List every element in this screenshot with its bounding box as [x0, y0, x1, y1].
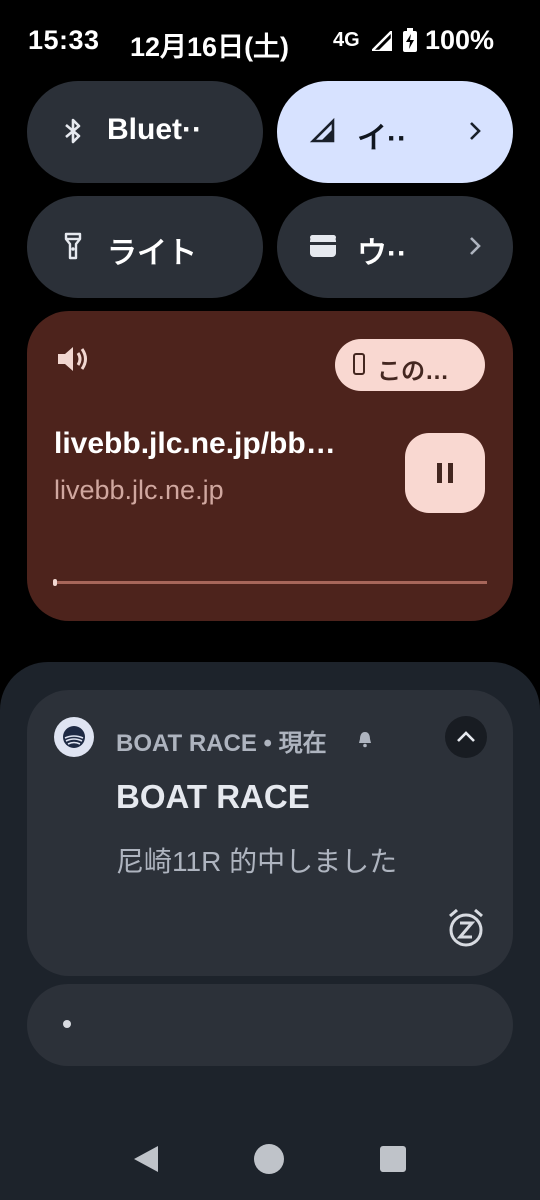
status-time: 15:33 [28, 25, 100, 55]
navigation-bar [0, 1118, 540, 1200]
output-device-button[interactable]: この… [335, 339, 485, 391]
cell-signal-icon [372, 31, 392, 51]
tile-bluetooth[interactable]: Bluet·· [27, 81, 263, 183]
media-title: livebb.jlc.ne.jp/bb… [54, 427, 336, 460]
collapse-button[interactable] [445, 716, 487, 758]
battery-percent: 100% [425, 25, 495, 55]
media-subtitle: livebb.jlc.ne.jp [54, 475, 224, 505]
snooze-icon[interactable] [447, 908, 485, 948]
bluetooth-icon [65, 118, 81, 144]
chevron-right-icon [470, 237, 481, 255]
tile-internet[interactable]: イ·· [277, 81, 513, 183]
recents-icon[interactable] [380, 1146, 406, 1172]
chevron-right-icon [470, 122, 481, 140]
notification-overflow-pill[interactable] [27, 984, 513, 1066]
tile-flashlight-label: ライト [107, 237, 197, 270]
wallet-icon [310, 235, 336, 257]
phone-icon [353, 353, 365, 375]
notification-card[interactable]: BOAT RACE • 現在 BOAT RACE 尼崎11R 的中しました [27, 690, 513, 976]
app-icon [54, 717, 94, 757]
notification-title: BOAT RACE [116, 778, 310, 815]
flashlight-icon [64, 232, 82, 260]
battery-charging-icon [403, 28, 417, 52]
tile-bluetooth-label: Bluet·· [107, 113, 202, 146]
chevron-up-icon [457, 731, 475, 742]
tile-wallet[interactable]: ウ·· [277, 196, 513, 298]
media-progress-track[interactable] [53, 581, 487, 584]
bell-alert-icon [359, 732, 371, 748]
volume-icon [58, 347, 87, 371]
status-bar: 15:33 12月16日(土) 4G 100% [0, 0, 540, 80]
back-icon[interactable] [132, 1144, 160, 1174]
status-date: 12月16日(土) [130, 32, 290, 62]
pause-button[interactable] [405, 433, 485, 513]
overflow-dot [63, 1020, 71, 1028]
output-device-label: この… [377, 358, 449, 385]
media-progress-thumb[interactable] [53, 579, 57, 586]
network-type: 4G [333, 29, 360, 51]
tile-wallet-label: ウ·· [357, 237, 407, 270]
notification-text: 尼崎11R 的中しました [116, 846, 398, 877]
signal-icon [309, 117, 335, 143]
boat-race-logo-icon [63, 726, 85, 748]
pause-icon [437, 463, 453, 483]
media-player-card[interactable]: この… livebb.jlc.ne.jp/bb… livebb.jlc.ne.j… [27, 311, 513, 621]
home-icon[interactable] [254, 1144, 284, 1174]
notification-header: BOAT RACE • 現在 [116, 730, 327, 757]
tile-internet-label: イ·· [357, 122, 407, 155]
tile-flashlight[interactable]: ライト [27, 196, 263, 298]
